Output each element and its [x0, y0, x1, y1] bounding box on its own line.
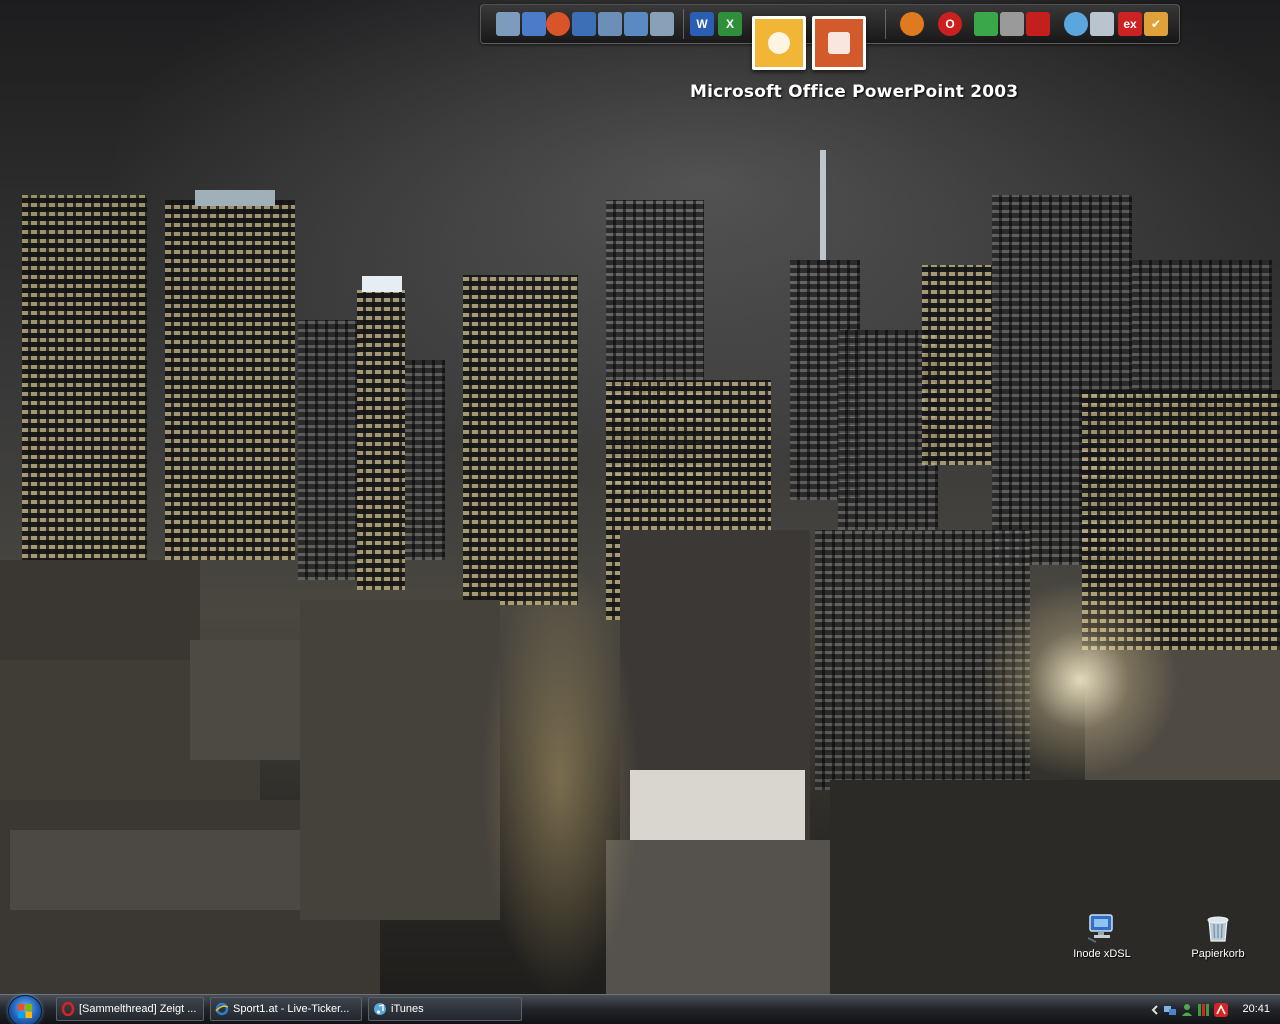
user-icon[interactable]	[1180, 1003, 1194, 1017]
recycle-bin-icon	[1202, 912, 1234, 944]
desktop-icon-label: Inode xDSL	[1073, 948, 1131, 960]
window-icon[interactable]	[572, 12, 596, 36]
desktop-icon-inode-xdsl[interactable]: Inode xDSL	[1064, 912, 1140, 960]
ipod-icon[interactable]	[1090, 12, 1114, 36]
start-button[interactable]	[8, 995, 42, 1024]
network-icon[interactable]	[522, 12, 546, 36]
desktop: W X Oex ✔ Microsoft Office PowerPoint 2003 …	[0, 0, 1280, 1024]
ie-icon	[215, 1002, 229, 1016]
firefox-alt-icon[interactable]	[546, 12, 570, 36]
volume-meter-icon[interactable]	[1197, 1003, 1211, 1017]
ex-icon[interactable]: ex	[1118, 12, 1142, 36]
winamp-icon[interactable]	[1026, 12, 1050, 36]
opera-icon[interactable]: O	[938, 12, 962, 36]
itunes-icon[interactable]	[1064, 12, 1088, 36]
desktop-icon-papierkorb[interactable]: Papierkorb	[1180, 912, 1256, 960]
dock-tooltip-label: Microsoft Office PowerPoint 2003	[690, 82, 1019, 102]
word-icon[interactable]: W	[690, 12, 714, 36]
taskbar-button-itunes[interactable]: iTunes	[368, 997, 522, 1021]
excel-icon[interactable]: X	[718, 12, 742, 36]
wallpaper-street-light	[480, 560, 640, 1000]
chevron-left-icon[interactable]	[1150, 1003, 1160, 1017]
antivirus-icon[interactable]	[1214, 1003, 1228, 1017]
taskbar-button-label: [Sammelthread] Zeigt ...	[79, 1003, 197, 1015]
explorer-icon[interactable]	[598, 12, 622, 36]
recycle-bin-icon[interactable]	[496, 12, 520, 36]
outlook-icon[interactable]	[752, 16, 806, 70]
taskbar-button-ie[interactable]: Sport1.at - Live-Ticker...	[210, 997, 362, 1021]
taskbar: [Sammelthread] Zeigt ... Sport1.at - Liv…	[0, 994, 1280, 1024]
taskbar-button-label: Sport1.at - Live-Ticker...	[233, 1003, 350, 1015]
taskbar-button-opera[interactable]: [Sammelthread] Zeigt ...	[56, 997, 204, 1021]
wallpaper-light-burst	[980, 580, 1180, 780]
network-connection-icon	[1086, 912, 1118, 944]
dock-separator	[885, 9, 886, 39]
printer-icon[interactable]	[1000, 12, 1024, 36]
checkmark-icon[interactable]: ✔	[1144, 12, 1168, 36]
arrow-icon[interactable]	[650, 12, 674, 36]
control-panel-icon[interactable]	[624, 12, 648, 36]
dock-separator	[683, 9, 684, 39]
powerpoint-chart-glyph	[828, 32, 850, 54]
network-icon[interactable]	[1163, 1003, 1177, 1017]
windows-logo-icon	[18, 1004, 32, 1018]
outlook-clock-glyph	[768, 32, 790, 54]
clock[interactable]: 20:41	[1242, 1003, 1270, 1015]
powerpoint-icon[interactable]	[812, 16, 866, 70]
wallpaper-city	[0, 0, 1280, 994]
firefox-icon[interactable]	[900, 12, 924, 36]
itunes-icon	[373, 1002, 387, 1016]
opera-icon	[61, 1002, 75, 1016]
folder-icon[interactable]	[974, 12, 998, 36]
desktop-icon-label: Papierkorb	[1191, 948, 1245, 960]
taskbar-button-label: iTunes	[391, 1003, 424, 1015]
